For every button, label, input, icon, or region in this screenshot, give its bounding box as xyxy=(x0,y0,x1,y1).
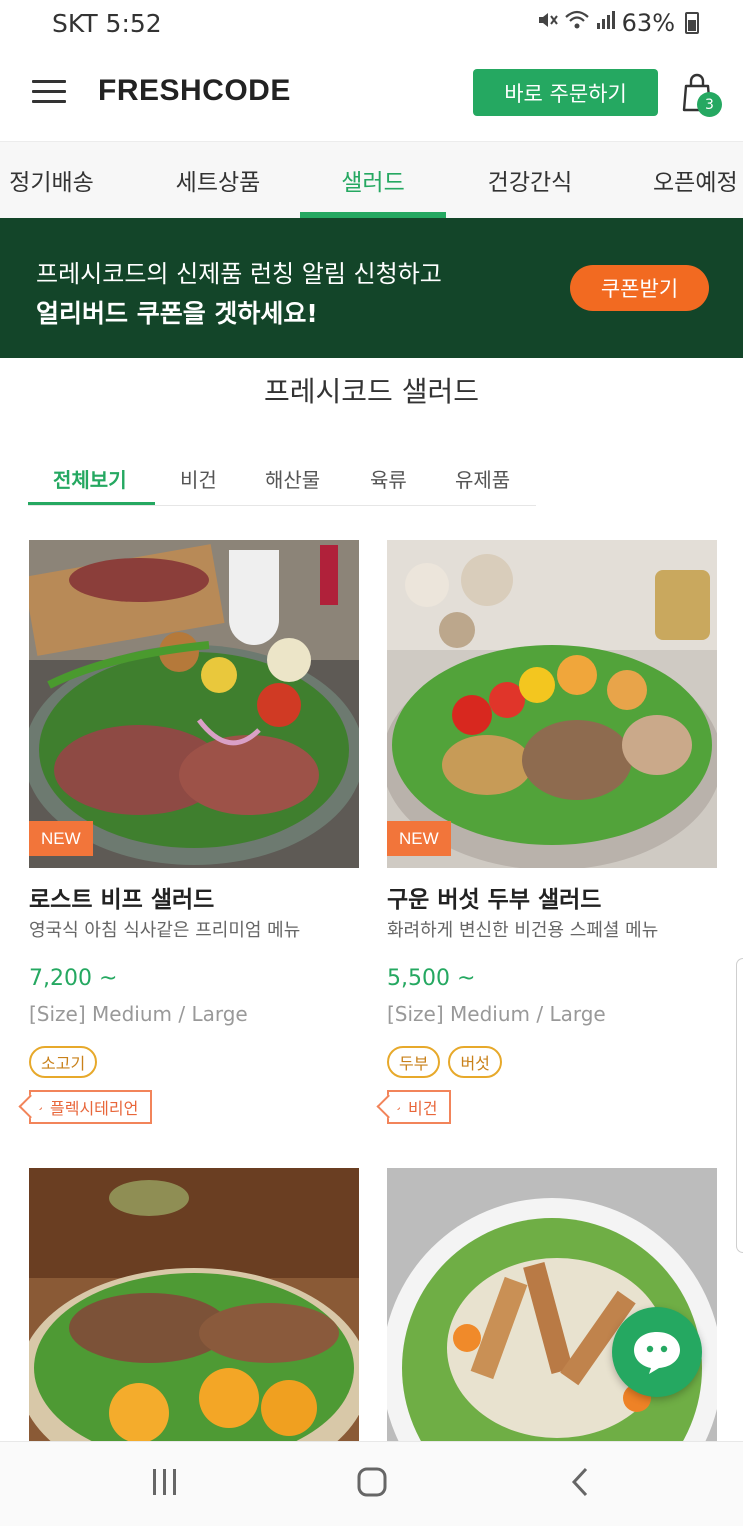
product-image[interactable]: NEW xyxy=(387,540,717,868)
battery-icon xyxy=(685,12,699,34)
ingredient-tag: 두부 xyxy=(387,1046,441,1078)
active-filter-indicator xyxy=(28,502,155,505)
product-description: 영국식 아침 식사같은 프리미엄 메뉴 xyxy=(29,920,301,941)
product-name[interactable]: 로스트 비프 샐러드 xyxy=(29,880,214,914)
logo[interactable]: FRESHCODE xyxy=(98,74,291,108)
back-icon xyxy=(571,1467,588,1497)
banner-text-line1: 프레시코드의 신제품 런칭 알림 신청하고 xyxy=(36,260,442,288)
ingredient-tag: 소고기 xyxy=(29,1046,98,1078)
menu-icon[interactable] xyxy=(32,80,66,104)
tab-salad[interactable]: 샐러드 xyxy=(300,142,446,218)
category-nav: 정기배송 세트상품 샐러드 건강간식 오픈예정 xyxy=(0,142,743,218)
product-card[interactable]: NEW 로스트 비프 샐러드 영국식 아침 식사같은 프리미엄 메뉴 7,200… xyxy=(18,540,359,1140)
get-coupon-button[interactable]: 쿠폰받기 xyxy=(570,265,709,311)
home-icon xyxy=(357,1467,387,1497)
product-size: [Size] Medium / Large xyxy=(29,1002,248,1026)
new-badge: NEW xyxy=(387,821,451,856)
home-button[interactable] xyxy=(356,1466,388,1502)
ingredient-tag: 버섯 xyxy=(448,1046,502,1078)
filter-dairy[interactable]: 유제품 xyxy=(455,464,510,493)
recent-apps-icon xyxy=(153,1469,176,1495)
signal-icon xyxy=(596,9,616,37)
diet-type-label: 비건 xyxy=(408,1099,438,1118)
ingredient-tags: 소고기 xyxy=(29,1046,98,1078)
ingredient-tags: 두부 버섯 xyxy=(387,1046,502,1078)
tab-healthy-snacks[interactable]: 건강간식 xyxy=(470,142,590,218)
filter-vegan[interactable]: 비건 xyxy=(180,464,217,493)
app-header: FRESHCODE 바로 주문하기 3 xyxy=(0,48,743,142)
status-bar: SKT 5:52 63% xyxy=(0,0,743,48)
product-price: 7,200 ~ xyxy=(29,966,118,991)
new-badge: NEW xyxy=(29,821,93,856)
filter-all[interactable]: 전체보기 xyxy=(53,464,127,493)
diet-type-tag: 비건 xyxy=(376,1090,452,1124)
recent-apps-button[interactable] xyxy=(150,1466,180,1502)
cart-count-badge: 3 xyxy=(697,92,722,117)
product-name[interactable]: 구운 버섯 두부 샐러드 xyxy=(387,880,601,914)
scroll-indicator[interactable] xyxy=(736,958,743,1253)
tab-set-products[interactable]: 세트상품 xyxy=(160,142,276,218)
diet-type-label: 플렉시테리언 xyxy=(50,1099,139,1118)
back-button[interactable] xyxy=(568,1466,592,1502)
wifi-icon xyxy=(564,9,590,37)
product-card[interactable] xyxy=(387,1168,717,1441)
battery-percent: 63% xyxy=(621,9,675,37)
product-price: 5,500 ~ xyxy=(387,966,476,991)
tab-subscription[interactable]: 정기배송 xyxy=(0,142,103,218)
banner-text-line2: 얼리버드 쿠폰을 겟하세요! xyxy=(36,299,318,328)
section-title: 프레시코드 샐러드 xyxy=(264,375,479,408)
product-card[interactable] xyxy=(29,1168,359,1441)
product-image[interactable] xyxy=(29,1168,359,1441)
status-icons: 63% xyxy=(536,9,699,37)
carrier-time: SKT 5:52 xyxy=(52,9,162,38)
product-image[interactable] xyxy=(387,1168,717,1441)
filter-meat[interactable]: 육류 xyxy=(370,464,407,493)
promo-banner[interactable]: 프레시코드의 신제품 런칭 알림 신청하고 얼리버드 쿠폰을 겟하세요! 쿠폰받… xyxy=(0,218,743,358)
product-image[interactable]: NEW xyxy=(29,540,359,868)
product-size: [Size] Medium / Large xyxy=(387,1002,606,1026)
product-card[interactable]: NEW 구운 버섯 두부 샐러드 화려하게 변신한 비건용 스페셜 메뉴 5,5… xyxy=(376,540,717,1140)
filter-seafood[interactable]: 해산물 xyxy=(265,464,320,493)
cart-button[interactable]: 3 xyxy=(682,72,722,117)
tab-coming-soon[interactable]: 오픈예정 xyxy=(640,142,743,218)
product-description: 화려하게 변신한 비건용 스페셜 메뉴 xyxy=(387,920,659,941)
chat-button[interactable] xyxy=(612,1307,702,1397)
order-now-button[interactable]: 바로 주문하기 xyxy=(473,69,658,116)
chat-icon xyxy=(634,1332,680,1374)
diet-type-tag: 플렉시테리언 xyxy=(18,1090,153,1124)
system-navigation-bar xyxy=(0,1441,743,1526)
salad-filter-tabs: 전체보기 비건 해산물 육류 유제품 xyxy=(28,452,536,506)
mute-icon xyxy=(536,9,558,37)
